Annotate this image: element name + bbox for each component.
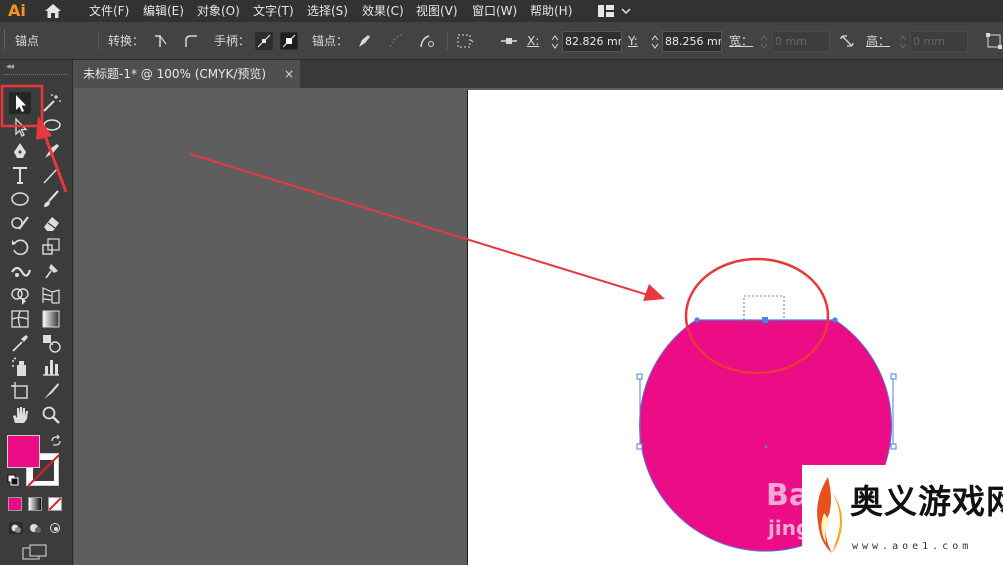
- menu-help[interactable]: 帮助(H): [530, 0, 572, 22]
- control-bar: 锚点 转换： 手柄： 锚点： X: 82.826 m Y: 88.256 m 宽…: [0, 22, 1003, 60]
- none-mode-icon[interactable]: [48, 497, 62, 511]
- align-anchor-icon[interactable]: [500, 32, 518, 50]
- document-tab[interactable]: 未标题-1* @ 100% (CMYK/预览) ×: [74, 60, 300, 88]
- ellipse-tool-icon[interactable]: [9, 188, 31, 210]
- y-spinner-icon[interactable]: [651, 35, 659, 49]
- illustrator-window: Ai 文件(F) 编辑(E) 对象(O) 文字(T) 选择(S) 效果(C) 视…: [0, 0, 1003, 565]
- anchor-label: 锚点: [15, 34, 40, 48]
- connect-anchors-icon[interactable]: [387, 32, 405, 50]
- menu-file[interactable]: 文件(F): [89, 0, 129, 22]
- divider: [98, 32, 99, 50]
- hand-tool-icon[interactable]: [9, 404, 31, 426]
- type-tool-icon[interactable]: [9, 164, 31, 186]
- x-label: X:: [527, 34, 540, 48]
- app-logo: Ai: [8, 1, 26, 20]
- pen-tool-icon[interactable]: [9, 140, 31, 162]
- tools-panel-grip[interactable]: [4, 74, 68, 77]
- watermark-title: 奥义游戏网: [850, 482, 1003, 521]
- drawing-modes-icon[interactable]: [8, 520, 68, 536]
- shaper-tool-icon[interactable]: [9, 212, 31, 234]
- hide-handles-icon[interactable]: [280, 32, 298, 50]
- show-handles-icon[interactable]: [255, 32, 273, 50]
- selection-tool-icon[interactable]: [9, 92, 31, 114]
- direct-selection-tool-icon[interactable]: [9, 116, 31, 138]
- home-icon[interactable]: [44, 3, 62, 19]
- watermark-url: www.aoe1.com: [852, 541, 973, 552]
- x-spinner-icon[interactable]: [551, 35, 559, 49]
- perspective-grid-tool-icon[interactable]: [40, 284, 62, 306]
- convert-label: 转换：: [108, 34, 145, 48]
- width-tool-icon[interactable]: [9, 260, 31, 282]
- convert-to-corner-icon[interactable]: [152, 32, 170, 50]
- width-spinner-icon[interactable]: [760, 35, 768, 49]
- document-tab-bar: 未标题-1* @ 100% (CMYK/预览) ×: [74, 60, 1003, 88]
- menu-type[interactable]: 文字(T): [253, 0, 294, 22]
- collapse-panel-icon[interactable]: ◂◂: [6, 62, 14, 72]
- line-segment-tool-icon[interactable]: [40, 164, 62, 186]
- default-fill-stroke-icon[interactable]: [7, 474, 19, 486]
- convert-to-smooth-icon[interactable]: [182, 32, 200, 50]
- y-coordinate-field[interactable]: 88.256 mm: [662, 31, 722, 52]
- menu-view[interactable]: 视图(V): [416, 0, 458, 22]
- screen-mode-icon[interactable]: [22, 544, 48, 560]
- menu-object[interactable]: 对象(O): [197, 0, 240, 22]
- zoom-tool-icon[interactable]: [40, 404, 62, 426]
- tools-panel: ◂◂: [0, 60, 73, 565]
- menu-edit[interactable]: 编辑(E): [143, 0, 184, 22]
- document-tab-title: 未标题-1* @ 100% (CMYK/预览): [83, 67, 267, 81]
- width-field[interactable]: 0 mm: [772, 31, 830, 52]
- transform-panel-icon[interactable]: [985, 32, 1003, 50]
- remove-anchor-icon[interactable]: [355, 32, 373, 50]
- mesh-tool-icon[interactable]: [9, 308, 31, 330]
- scale-tool-icon[interactable]: [40, 236, 62, 258]
- menu-window[interactable]: 窗口(W): [472, 0, 517, 22]
- height-spinner-icon[interactable]: [899, 35, 907, 49]
- menu-select[interactable]: 选择(S): [307, 0, 348, 22]
- close-document-icon[interactable]: ×: [284, 60, 294, 88]
- height-field[interactable]: 0 mm: [910, 31, 968, 52]
- eyedropper-tool-icon[interactable]: [9, 332, 31, 354]
- symbol-sprayer-tool-icon[interactable]: [9, 356, 31, 378]
- isolate-mode-icon[interactable]: [456, 32, 474, 50]
- x-coordinate-field[interactable]: 82.826 mm: [562, 31, 622, 52]
- flame-logo-icon: [817, 477, 842, 553]
- blend-tool-icon[interactable]: [40, 332, 62, 354]
- shape-builder-tool-icon[interactable]: [9, 284, 31, 306]
- magic-wand-tool-icon[interactable]: [40, 92, 62, 114]
- gradient-tool-icon[interactable]: [40, 308, 62, 330]
- site-watermark: 奥义游戏网 www.aoe1.com: [802, 465, 1003, 565]
- control-bar-grip[interactable]: [4, 30, 8, 50]
- fill-swatch[interactable]: [7, 435, 40, 468]
- paintbrush-tool-icon[interactable]: [40, 188, 62, 210]
- gradient-mode-icon[interactable]: [28, 497, 42, 511]
- constrain-proportions-icon[interactable]: [838, 32, 856, 50]
- curvature-tool-icon[interactable]: [40, 140, 62, 162]
- puppet-warp-tool-icon[interactable]: [40, 260, 62, 282]
- divider: [447, 32, 448, 50]
- menu-effect[interactable]: 效果(C): [362, 0, 404, 22]
- lasso-tool-icon[interactable]: [40, 116, 62, 138]
- y-label: Y:: [628, 34, 638, 48]
- rotate-tool-icon[interactable]: [9, 236, 31, 258]
- workspace-switcher-icon[interactable]: [597, 3, 631, 19]
- anchor-points-label: 锚点：: [312, 34, 349, 48]
- cut-path-icon[interactable]: [418, 32, 436, 50]
- color-mode-icon[interactable]: [8, 497, 22, 511]
- artboard-tool-icon[interactable]: [9, 380, 31, 402]
- width-label: 宽：: [729, 34, 754, 48]
- column-graph-tool-icon[interactable]: [40, 356, 62, 378]
- menu-bar: Ai 文件(F) 编辑(E) 对象(O) 文字(T) 选择(S) 效果(C) 视…: [0, 0, 1003, 22]
- eraser-tool-icon[interactable]: [40, 212, 62, 234]
- slice-tool-icon[interactable]: [40, 380, 62, 402]
- swap-fill-stroke-icon[interactable]: [50, 435, 62, 447]
- height-label: 高：: [866, 34, 891, 48]
- handle-label: 手柄：: [214, 34, 251, 48]
